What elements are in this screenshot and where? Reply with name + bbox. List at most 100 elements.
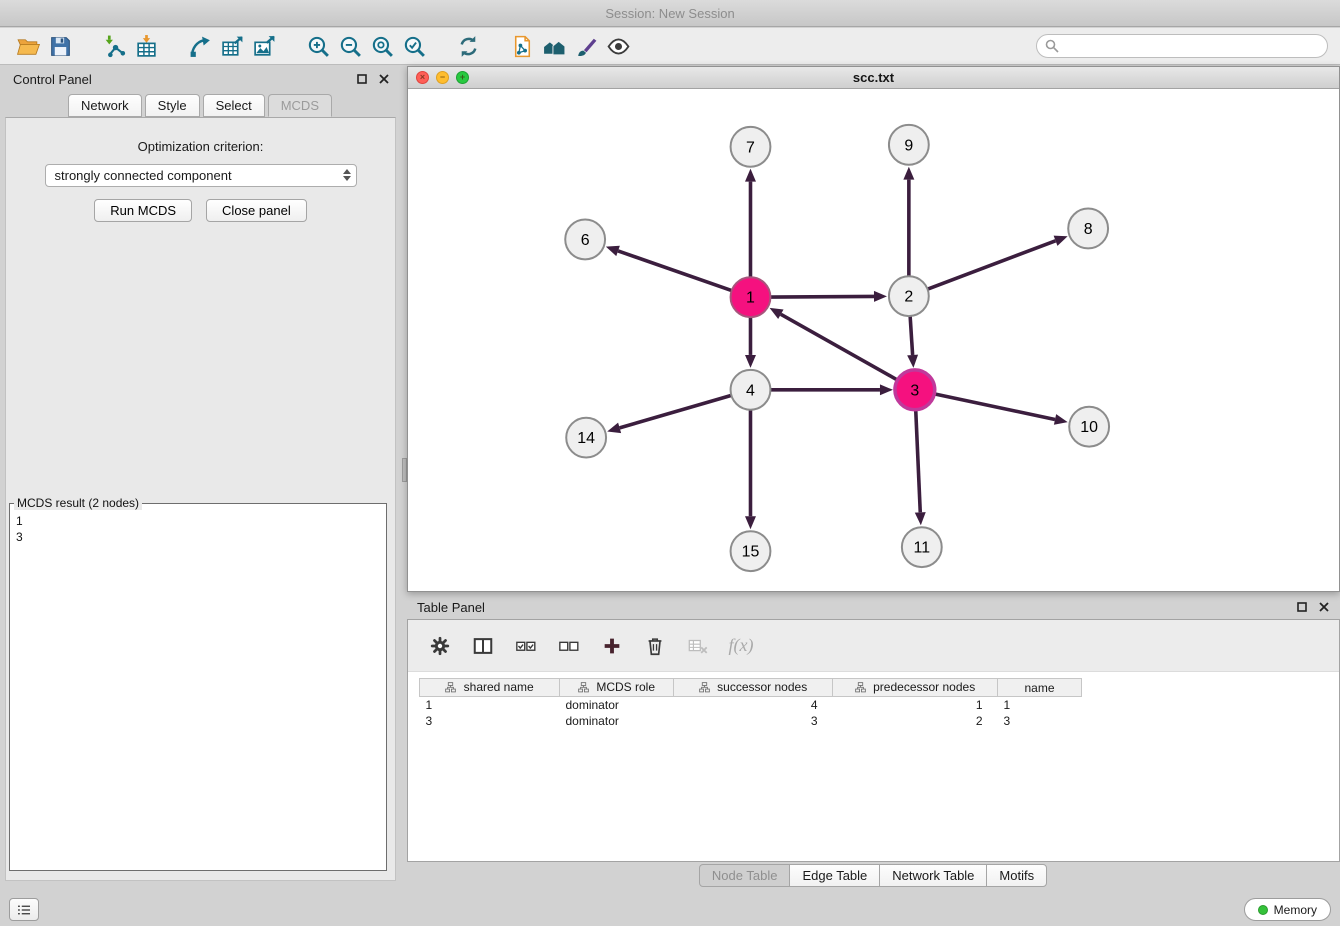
zoom-window-button[interactable]: + <box>456 71 469 84</box>
split-pane-icon <box>472 635 494 657</box>
export-table-button[interactable] <box>216 31 248 61</box>
select-all-columns-button[interactable] <box>512 632 540 660</box>
table-cell[interactable]: 1 <box>420 697 560 713</box>
network-window-title: scc.txt <box>853 70 894 85</box>
network-canvas[interactable]: 7 9 6 8 1 2 3 4 14 10 15 11 <box>408 90 1339 591</box>
graph-edge-3-10[interactable] <box>934 394 1055 420</box>
column-header-successor-nodes[interactable]: successor nodes <box>674 679 833 697</box>
table-cell[interactable]: dominator <box>560 697 674 713</box>
graph-edge-2-3[interactable] <box>910 316 912 355</box>
minimize-window-button[interactable]: − <box>436 71 449 84</box>
criterion-dropdown[interactable]: strongly connected component <box>45 164 357 187</box>
graph-edge-2-8[interactable] <box>927 241 1055 289</box>
export-table-icon <box>220 34 245 59</box>
tab-network[interactable]: Network <box>68 94 142 117</box>
brush-button[interactable] <box>570 31 602 61</box>
table-cell[interactable]: 2 <box>833 713 998 729</box>
close-panel-button[interactable] <box>378 73 390 85</box>
column-header-predecessor-nodes[interactable]: predecessor nodes <box>833 679 998 697</box>
column-header-name[interactable]: name <box>998 679 1082 697</box>
graph-node-7[interactable]: 7 <box>731 127 771 167</box>
show-column-panel-button[interactable] <box>469 632 497 660</box>
show-hide-button[interactable] <box>602 31 634 61</box>
deselect-all-columns-button[interactable] <box>555 632 583 660</box>
delete-column-button[interactable] <box>641 632 669 660</box>
table-cell[interactable]: 1 <box>833 697 998 713</box>
graph-node-label: 8 <box>1084 221 1093 238</box>
table-row[interactable]: 1 dominator 4 1 1 <box>420 697 1082 713</box>
graph-node-9[interactable]: 9 <box>889 125 929 165</box>
zoom-fit-button[interactable] <box>366 31 398 61</box>
save-icon <box>48 34 73 59</box>
table-cell[interactable]: 3 <box>674 713 833 729</box>
task-history-button[interactable] <box>9 898 39 921</box>
zoom-out-button[interactable] <box>334 31 366 61</box>
graph-node-11[interactable]: 11 <box>902 527 942 567</box>
column-header-mcds-role[interactable]: MCDS role <box>560 679 674 697</box>
tab-motifs[interactable]: Motifs <box>986 864 1047 887</box>
graph-node-2[interactable]: 2 <box>889 276 929 316</box>
close-table-panel-button[interactable] <box>1318 601 1330 613</box>
open-folder-icon <box>16 34 41 59</box>
table-row[interactable]: 3 dominator 3 2 3 <box>420 713 1082 729</box>
zoom-in-button[interactable] <box>302 31 334 61</box>
document-network-icon <box>510 34 535 59</box>
graph-node-6[interactable]: 6 <box>565 219 605 259</box>
delete-table-button[interactable] <box>684 632 712 660</box>
graph-edge-1-6[interactable] <box>618 251 732 291</box>
tab-select[interactable]: Select <box>203 94 265 117</box>
table-cell[interactable]: dominator <box>560 713 674 729</box>
graph-edge-4-14[interactable] <box>620 395 732 428</box>
graph-node-8[interactable]: 8 <box>1068 209 1108 249</box>
open-file-button[interactable] <box>12 31 44 61</box>
memory-button[interactable]: Memory <box>1244 898 1331 921</box>
column-header-shared-name[interactable]: shared name <box>420 679 560 697</box>
tab-style[interactable]: Style <box>145 94 200 117</box>
close-panel-button-mcds[interactable]: Close panel <box>206 199 307 222</box>
list-icon <box>15 901 33 919</box>
network-window-titlebar[interactable]: × − + scc.txt <box>408 67 1339 89</box>
houses-button[interactable] <box>538 31 570 61</box>
toolbar-search <box>1036 34 1328 58</box>
document-network-button[interactable] <box>506 31 538 61</box>
function-builder-button[interactable]: f(x) <box>727 632 755 660</box>
graph-node-1[interactable]: 1 <box>731 277 771 317</box>
table-cell[interactable]: 1 <box>998 697 1082 713</box>
graph-node-3[interactable]: 3 <box>895 370 935 410</box>
table-cell[interactable]: 4 <box>674 697 833 713</box>
refresh-view-button[interactable] <box>452 31 484 61</box>
panel-splitter[interactable] <box>401 66 406 888</box>
table-cell[interactable]: 3 <box>420 713 560 729</box>
zoom-selected-button[interactable] <box>398 31 430 61</box>
graph-node-4[interactable]: 4 <box>731 370 771 410</box>
close-window-button[interactable]: × <box>416 71 429 84</box>
network-tools-button[interactable] <box>184 31 216 61</box>
tab-edge-table[interactable]: Edge Table <box>789 864 880 887</box>
graph-edge-1-2[interactable] <box>770 296 874 297</box>
add-column-button[interactable] <box>598 632 626 660</box>
import-network-button[interactable] <box>98 31 130 61</box>
table-settings-button[interactable] <box>426 632 454 660</box>
graph-node-15[interactable]: 15 <box>731 531 771 571</box>
graph-edge-arrowhead <box>745 169 756 182</box>
float-panel-button[interactable] <box>356 73 368 85</box>
float-table-panel-button[interactable] <box>1296 601 1308 613</box>
checked-boxes-icon <box>515 635 537 657</box>
search-input[interactable] <box>1036 34 1328 58</box>
network-view-window: × − + scc.txt 7 9 6 8 1 2 3 4 14 10 15 11 <box>407 66 1340 592</box>
import-table-button[interactable] <box>130 31 162 61</box>
save-session-button[interactable] <box>44 31 76 61</box>
graph-node-14[interactable]: 14 <box>566 418 606 458</box>
graph-node-10[interactable]: 10 <box>1069 407 1109 447</box>
graph-edge-3-11[interactable] <box>916 410 921 513</box>
graph-edge-3-1[interactable] <box>781 314 898 380</box>
export-image-button[interactable] <box>248 31 280 61</box>
control-panel: Control Panel Network Style Select MCDS … <box>0 66 403 881</box>
tab-network-table[interactable]: Network Table <box>879 864 987 887</box>
zoom-selected-icon <box>402 34 427 59</box>
run-mcds-button[interactable]: Run MCDS <box>94 199 192 222</box>
tab-mcds[interactable]: MCDS <box>268 94 332 117</box>
houses-icon <box>542 34 567 59</box>
tab-node-table[interactable]: Node Table <box>699 864 791 887</box>
table-cell[interactable]: 3 <box>998 713 1082 729</box>
